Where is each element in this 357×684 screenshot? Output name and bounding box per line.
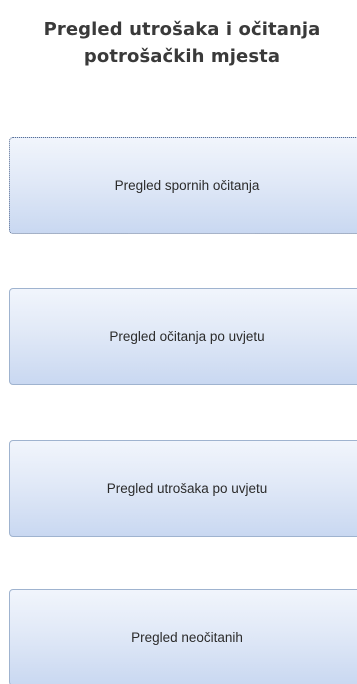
page-title-line-2: potrošačkih mjesta	[83, 46, 281, 67]
page-title: Pregled utrošaka i očitanja potrošačkih …	[0, 16, 357, 70]
page-title-line-1: Pregled utrošaka i očitanja	[43, 19, 321, 40]
disputed-readings-button-label: Pregled spornih očitanja	[114, 178, 260, 193]
consumption-by-condition-button-label: Pregled utrošaka po uvjetu	[106, 481, 268, 496]
consumption-by-condition-button[interactable]: Pregled utrošaka po uvjetu	[9, 440, 357, 537]
readings-by-condition-button[interactable]: Pregled očitanja po uvjetu	[9, 288, 357, 385]
report-menu-form: Pregled utrošaka i očitanja potrošačkih …	[0, 0, 357, 684]
readings-by-condition-button-label: Pregled očitanja po uvjetu	[109, 329, 265, 344]
unread-meters-button[interactable]: Pregled neočitanih	[9, 589, 357, 684]
unread-meters-button-label: Pregled neočitanih	[131, 630, 243, 645]
disputed-readings-button[interactable]: Pregled spornih očitanja	[9, 137, 357, 234]
